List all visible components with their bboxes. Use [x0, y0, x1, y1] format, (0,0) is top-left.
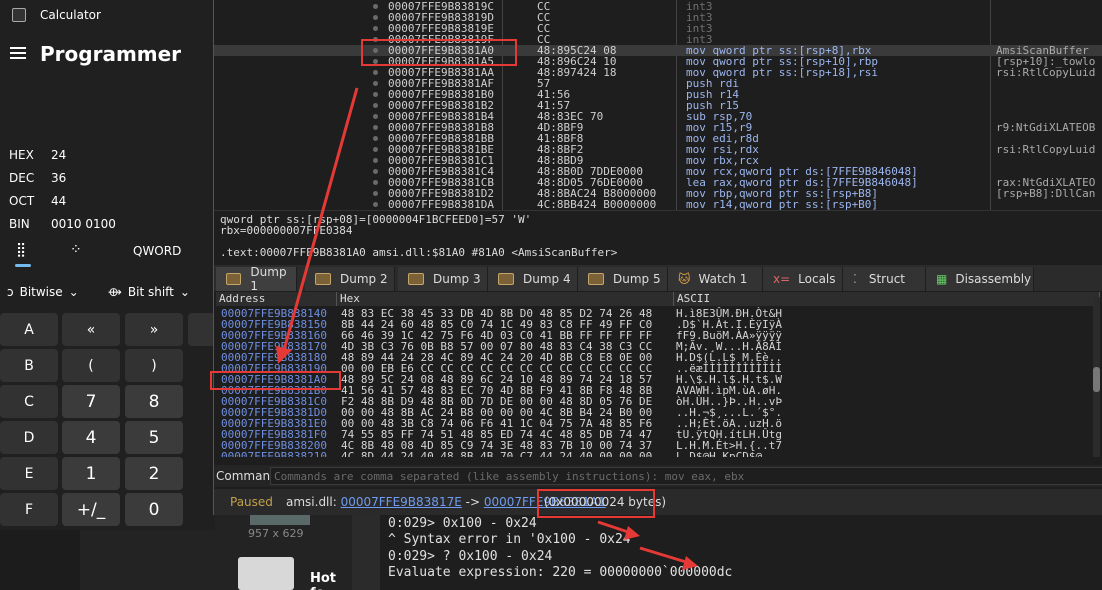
- annotation-arrows: [276, 87, 698, 570]
